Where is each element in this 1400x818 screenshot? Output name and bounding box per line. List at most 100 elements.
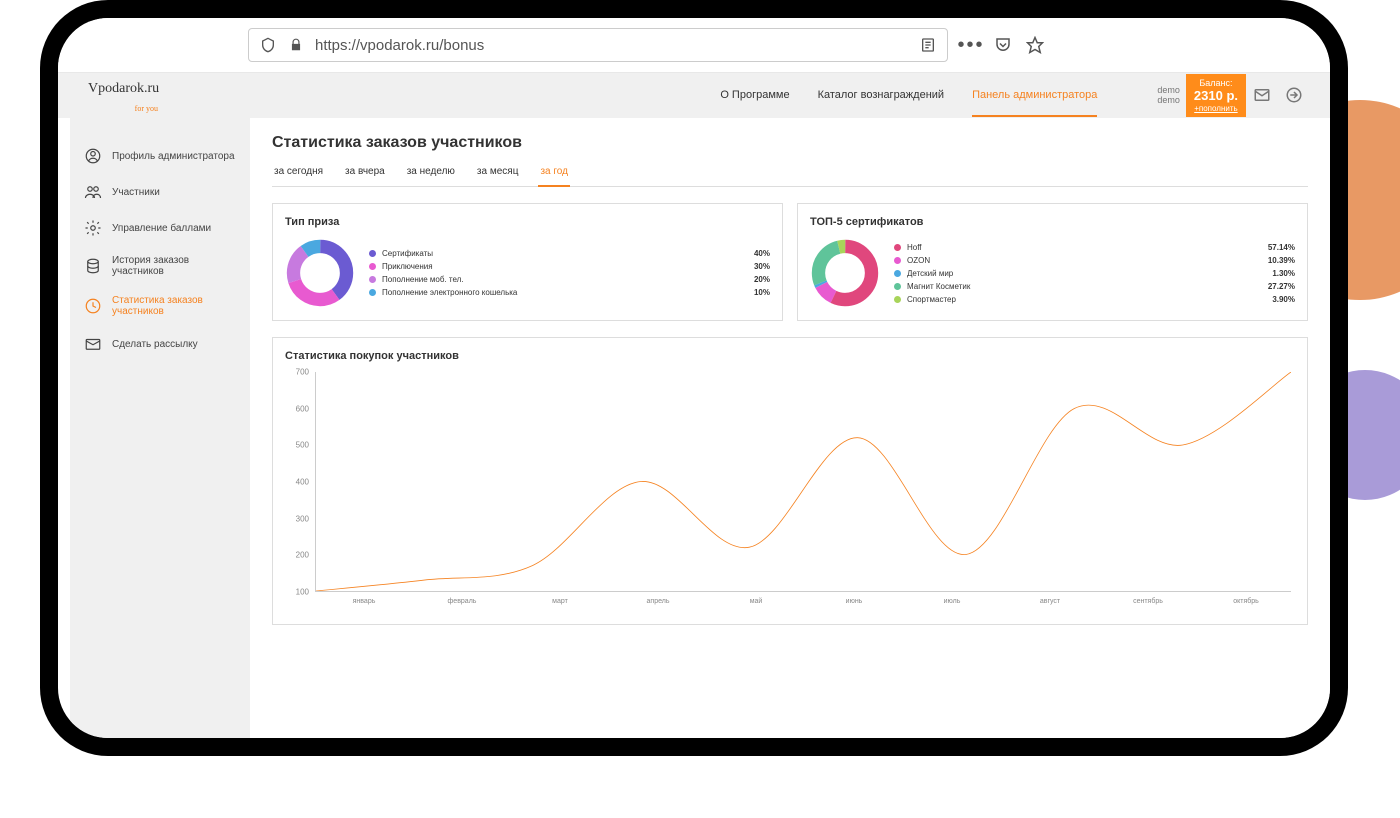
legend-dot-icon: [894, 257, 901, 264]
tab-1[interactable]: за вчера: [343, 166, 387, 186]
legend-dot-icon: [369, 276, 376, 283]
legend-dot-icon: [369, 250, 376, 257]
url-text: https://vpodarok.ru/bonus: [315, 37, 909, 54]
tab-3[interactable]: за месяц: [475, 166, 521, 186]
nav-item-0[interactable]: О Программе: [720, 89, 789, 117]
user-block: demo demo Баланс: 2310 р. +пополнить: [1157, 74, 1310, 118]
time-range-tabs: за сегодня за вчера за неделю за месяц за го…: [272, 166, 1308, 187]
stats-card-title: Статистика покупок участников: [285, 350, 1295, 362]
sidebar-item-label: Статистика заказов участников: [112, 295, 236, 317]
url-bar[interactable]: https://vpodarok.ru/bonus: [248, 28, 948, 62]
nav-item-2[interactable]: Панель администратора: [972, 89, 1097, 117]
chart-y-axis: 100200300400500600700: [285, 372, 313, 592]
sidebar-item-label: Управление баллами: [112, 223, 211, 234]
more-icon[interactable]: •••: [962, 36, 980, 54]
app-header: Vpodarok.ru for you О ПрограммеКаталог в…: [58, 73, 1330, 118]
legend-label: Hoff: [907, 243, 1262, 252]
legend-dot-icon: [894, 283, 901, 290]
x-tick: июнь: [805, 594, 903, 612]
site-logo[interactable]: Vpodarok.ru for you: [88, 81, 158, 111]
balance-box[interactable]: Баланс: 2310 р. +пополнить: [1186, 74, 1246, 118]
sidebar-item-4[interactable]: Статистика заказов участников: [80, 286, 240, 326]
legend-value: 27.27%: [1268, 282, 1295, 291]
y-tick: 700: [296, 368, 309, 377]
top5-certificates-card: ТОП-5 сертификатов Hoff57.14%OZON10.39%Д…: [797, 203, 1308, 321]
x-tick: апрель: [609, 594, 707, 612]
top5-donut-chart: [810, 238, 880, 308]
chart-x-axis: январьфевральмартапрельмайиюньиюльавгуст…: [315, 594, 1295, 612]
messages-icon[interactable]: [1246, 79, 1278, 111]
legend-dot-icon: [894, 296, 901, 303]
nav-item-1[interactable]: Каталог вознаграждений: [818, 89, 945, 117]
balance-topup-link[interactable]: +пополнить: [1194, 104, 1238, 114]
sidebar-item-label: Профиль администратора: [112, 151, 235, 162]
sidebar-item-3[interactable]: История заказов участников: [80, 246, 240, 286]
legend-dot-icon: [894, 244, 901, 251]
tab-2[interactable]: за неделю: [405, 166, 457, 186]
y-tick: 400: [296, 478, 309, 487]
logout-icon[interactable]: [1278, 79, 1310, 111]
legend-value: 3.90%: [1272, 295, 1295, 304]
y-tick: 100: [296, 588, 309, 597]
y-tick: 300: [296, 514, 309, 523]
user-circle-icon: [84, 147, 102, 165]
x-tick: июль: [903, 594, 1001, 612]
x-tick: март: [511, 594, 609, 612]
sidebar-item-2[interactable]: Управление баллами: [80, 210, 240, 246]
tab-4[interactable]: за год: [538, 166, 570, 187]
tab-0[interactable]: за сегодня: [272, 166, 325, 186]
y-tick: 200: [296, 551, 309, 560]
legend-label: Магнит Косметик: [907, 282, 1262, 291]
admin-sidebar: Профиль администратора Участники Управлени…: [70, 118, 250, 738]
y-tick: 600: [296, 404, 309, 413]
legend-label: Детский мир: [907, 269, 1266, 278]
user-name-line2: demo: [1157, 95, 1180, 106]
x-tick: май: [707, 594, 805, 612]
x-tick: октябрь: [1197, 594, 1295, 612]
legend-dot-icon: [894, 270, 901, 277]
legend-value: 30%: [754, 262, 770, 271]
legend-row: Магнит Косметик 27.27%: [894, 280, 1295, 293]
clock-icon: [84, 297, 102, 315]
gear-icon: [84, 219, 102, 237]
legend-value: 10%: [754, 288, 770, 297]
x-tick: февраль: [413, 594, 511, 612]
legend-row: Приключения 30%: [369, 260, 770, 273]
lock-icon: [287, 36, 305, 54]
legend-value: 40%: [754, 249, 770, 258]
chart-plot-area: [315, 372, 1291, 592]
legend-row: Пополнение моб. тел.20%: [369, 273, 770, 286]
bookmark-star-icon[interactable]: [1026, 36, 1044, 54]
legend-label: Сертификаты: [382, 249, 748, 258]
user-name-block: demo demo: [1157, 85, 1180, 107]
legend-row: OZON 10.39%: [894, 254, 1295, 267]
legend-label: Приключения: [382, 262, 748, 271]
sidebar-item-5[interactable]: Сделать рассылку: [80, 326, 240, 362]
top5-legend: Hoff57.14%OZON10.39%Детский мир1.30%Магн…: [894, 241, 1295, 306]
purchase-stats-card: Статистика покупок участников 100 200 300 4…: [272, 337, 1308, 625]
reader-mode-icon[interactable]: [919, 36, 937, 54]
sidebar-item-0[interactable]: Профиль администратора: [80, 138, 240, 174]
legend-value: 10.39%: [1268, 256, 1295, 265]
pocket-icon[interactable]: [994, 36, 1012, 54]
line-chart-svg: [316, 372, 1291, 591]
legend-row: Спортмастер3.90%: [894, 293, 1295, 306]
legend-value: 20%: [754, 275, 770, 284]
x-tick: сентябрь: [1099, 594, 1197, 612]
prize-type-donut-chart: [285, 238, 355, 308]
legend-label: OZON: [907, 256, 1262, 265]
x-tick: январь: [315, 594, 413, 612]
legend-row: Сертификаты 40%: [369, 247, 770, 260]
sidebar-item-label: Сделать рассылку: [112, 339, 198, 350]
legend-dot-icon: [369, 263, 376, 270]
sidebar-item-1[interactable]: Участники: [80, 174, 240, 210]
mail-icon: [84, 335, 102, 353]
legend-label: Пополнение электронного кошелька: [382, 288, 748, 297]
history-icon: [84, 257, 102, 275]
main-nav: О ПрограммеКаталог вознагражденийПанель …: [720, 89, 1097, 103]
content-area: Статистика заказов участников за сегодня…: [250, 118, 1330, 738]
legend-dot-icon: [369, 289, 376, 296]
legend-row: Hoff 57.14%: [894, 241, 1295, 254]
browser-mockup-frame: https://vpodarok.ru/bonus ••• Vpodarok.r…: [58, 18, 1330, 738]
legend-value: 57.14%: [1268, 243, 1295, 252]
